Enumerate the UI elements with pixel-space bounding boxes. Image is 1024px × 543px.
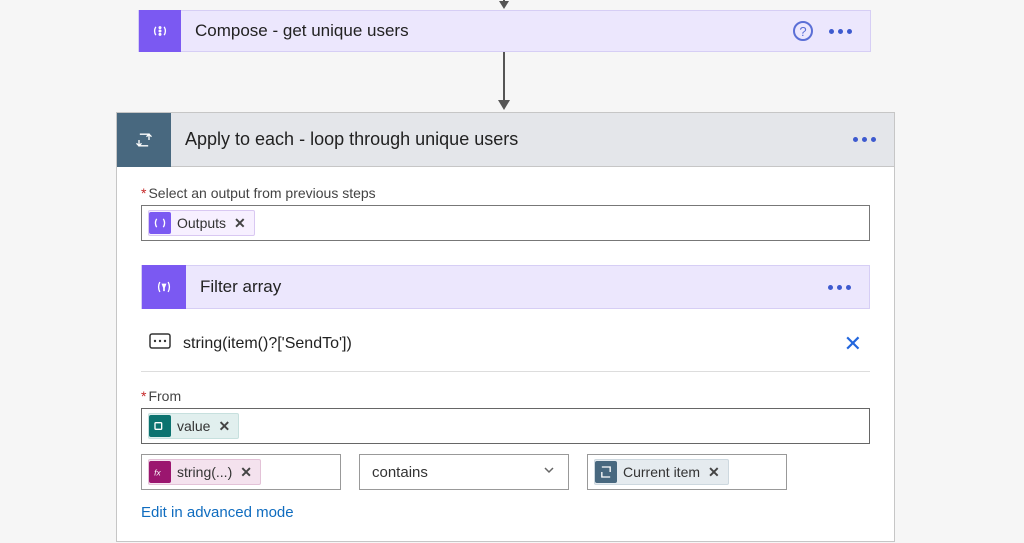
token-string-remove[interactable]: ✕: [240, 464, 252, 481]
filter-array-card: Filter array string(item()?['SendTo']) ✕…: [141, 265, 870, 521]
expression-close[interactable]: ✕: [844, 331, 862, 357]
loop-icon: [117, 113, 171, 167]
compose-token-icon: [149, 212, 171, 234]
filter-icon: [142, 265, 186, 309]
token-value-label: value: [177, 418, 210, 434]
chevron-down-icon: [542, 463, 556, 481]
condition-left[interactable]: fx string(...) ✕: [141, 454, 341, 490]
expression-text[interactable]: string(item()?['SendTo']): [183, 335, 844, 353]
fx-icon: fx: [149, 461, 171, 483]
filter-header[interactable]: Filter array: [141, 265, 870, 309]
from-label: *From: [141, 388, 870, 404]
filter-title: Filter array: [186, 277, 828, 297]
compose-actions: ?: [793, 21, 870, 41]
apply-body: *Select an output from previous steps Ou…: [117, 167, 894, 541]
apply-title: Apply to each - loop through unique user…: [171, 129, 853, 150]
arrow-in: [495, 0, 513, 10]
token-current-item[interactable]: Current item ✕: [594, 459, 729, 485]
help-icon[interactable]: ?: [793, 21, 813, 41]
filter-menu[interactable]: [828, 285, 851, 290]
expression-row: string(item()?['SendTo']) ✕: [141, 317, 870, 372]
sharepoint-token-icon: S: [149, 415, 171, 437]
token-string-label: string(...): [177, 464, 232, 480]
arrow-compose-to-apply: [495, 52, 513, 112]
filter-body: string(item()?['SendTo']) ✕ *From S valu…: [141, 309, 870, 521]
token-outputs[interactable]: Outputs ✕: [148, 210, 255, 236]
token-value[interactable]: S value ✕: [148, 413, 239, 439]
compose-icon: [139, 10, 181, 52]
svg-text:fx: fx: [154, 467, 161, 477]
edit-advanced-link[interactable]: Edit in advanced mode: [141, 504, 870, 521]
from-section: *From S value ✕: [141, 388, 870, 444]
compose-title: Compose - get unique users: [181, 21, 793, 41]
svg-text:S: S: [156, 424, 161, 431]
condition-row: fx string(...) ✕ contains: [141, 454, 870, 490]
condition-right[interactable]: Current item ✕: [587, 454, 787, 490]
apply-menu[interactable]: [853, 137, 876, 142]
operator-label: contains: [372, 464, 428, 481]
token-outputs-label: Outputs: [177, 215, 226, 231]
compose-menu[interactable]: [829, 29, 852, 34]
compose-card[interactable]: Compose - get unique users ?: [138, 10, 871, 52]
token-outputs-remove[interactable]: ✕: [234, 215, 246, 232]
loop-token-icon: [595, 461, 617, 483]
from-input[interactable]: S value ✕: [141, 408, 870, 444]
token-current-item-remove[interactable]: ✕: [708, 464, 720, 481]
select-output-input[interactable]: Outputs ✕: [141, 205, 870, 241]
apply-to-each-card: Apply to each - loop through unique user…: [116, 112, 895, 542]
apply-header[interactable]: Apply to each - loop through unique user…: [117, 113, 894, 167]
token-current-item-label: Current item: [623, 464, 700, 480]
expression-icon: [149, 333, 171, 356]
token-value-remove[interactable]: ✕: [218, 418, 230, 435]
select-output-label: *Select an output from previous steps: [141, 185, 870, 201]
token-string-expr[interactable]: fx string(...) ✕: [148, 459, 261, 485]
flow-canvas: Compose - get unique users ? Apply to ea…: [0, 0, 1024, 543]
condition-operator[interactable]: contains: [359, 454, 569, 490]
